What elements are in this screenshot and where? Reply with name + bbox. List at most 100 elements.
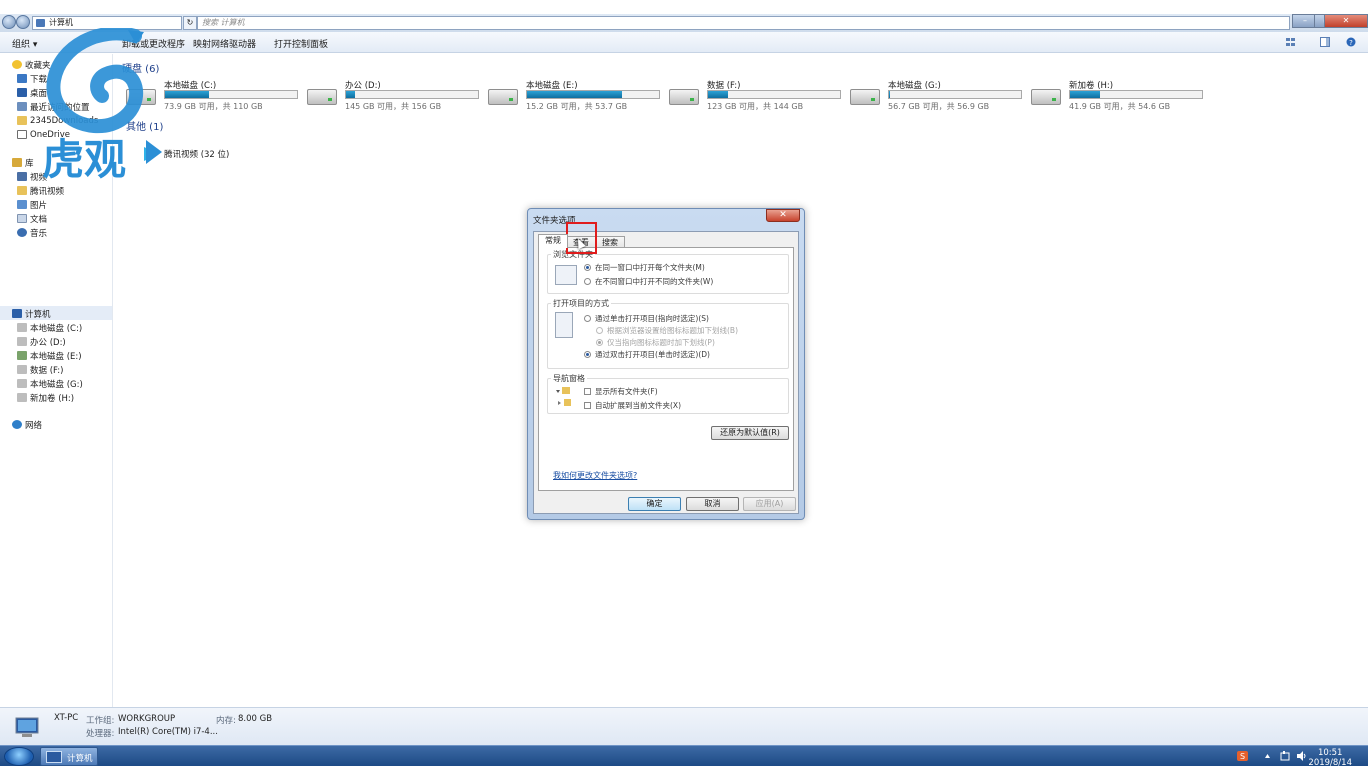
drive-usage-bar: [1069, 90, 1203, 99]
view-options-icon[interactable]: [1286, 37, 1296, 47]
radio-button[interactable]: [596, 339, 603, 346]
sidebar-item-tencent-video[interactable]: 腾讯视频: [17, 184, 64, 197]
computer-icon: [12, 309, 22, 318]
tab-general[interactable]: 常规: [538, 234, 568, 248]
apply-button[interactable]: 应用(A): [743, 497, 796, 511]
show-all-folders-option[interactable]: 显示所有文件夹(F): [584, 386, 658, 397]
folder-tree-icon: [556, 387, 571, 406]
drive-icon: [1031, 89, 1061, 105]
radio-button[interactable]: [584, 264, 591, 271]
radio-button[interactable]: [596, 327, 603, 334]
huguan-logo: 虎观: [42, 28, 162, 184]
action-center-icon[interactable]: [1280, 751, 1291, 761]
desktop-icon: [17, 88, 27, 97]
drive-usage-fill: [1070, 91, 1101, 98]
sidebar-item-documents[interactable]: 文档: [17, 212, 47, 225]
search-input[interactable]: 搜索 计算机: [197, 16, 1290, 30]
onedrive-icon: [17, 130, 27, 139]
sidebar-item-drive-h[interactable]: 新加卷 (H:): [17, 391, 74, 404]
drive-usage-bar: [345, 90, 479, 99]
logo-text: 虎观: [42, 135, 126, 184]
group-title: 打开项目的方式: [551, 298, 611, 309]
sidebar-item-music[interactable]: 音乐: [17, 226, 47, 239]
drive-space-info: 41.9 GB 可用，共 54.6 GB: [1069, 102, 1171, 111]
drive-space-info: 123 GB 可用，共 144 GB: [707, 102, 804, 111]
underline-browser-option[interactable]: 根据浏览器设置给图标标题加下划线(B): [596, 325, 738, 336]
clock-date: 2019/8/14: [1308, 758, 1352, 766]
sidebar-item-computer[interactable]: 计算机: [12, 307, 51, 320]
organize-menu[interactable]: 组织 ▾: [12, 37, 37, 50]
checkbox[interactable]: [584, 402, 591, 409]
restore-defaults-button[interactable]: 还原为默认值(R): [711, 426, 789, 440]
radio-button[interactable]: [584, 351, 591, 358]
ok-button[interactable]: 确定: [628, 497, 681, 511]
double-click-option[interactable]: 通过双击打开项目(单击时选定)(D): [584, 349, 710, 360]
browse-folders-group: 浏览文件夹 在同一窗口中打开每个文件夹(M) 在不同窗口中打开不同的文件夹(W): [547, 249, 789, 294]
radio-button[interactable]: [584, 278, 591, 285]
underline-point-option[interactable]: 仅当指向图标标题时加下划线(P): [596, 337, 715, 348]
sidebar-item-drive-e[interactable]: 本地磁盘 (E:): [17, 349, 82, 362]
drive-tile[interactable]: 数据 (F:) 123 GB 可用，共 144 GB: [669, 79, 849, 113]
drive-icon: [17, 393, 27, 402]
taskbar-explorer-button[interactable]: 计算机: [40, 747, 98, 766]
clock-time: 10:51: [1317, 748, 1343, 758]
help-icon[interactable]: ?: [1346, 37, 1356, 47]
drive-usage-bar: [707, 90, 841, 99]
drive-tile[interactable]: 新加卷 (H:) 41.9 GB 可用，共 54.6 GB: [1031, 79, 1211, 113]
drive-icon: [850, 89, 880, 105]
address-path: 计算机: [49, 18, 73, 27]
sogou-ime-icon[interactable]: S: [1237, 751, 1248, 761]
taskbar: 计算机 S 10:51 2019/8/14: [0, 745, 1368, 766]
drive-space-info: 56.7 GB 可用，共 56.9 GB: [888, 102, 990, 111]
sidebar-item-drive-f[interactable]: 数据 (F:): [17, 363, 63, 376]
memory-label: 内存:: [216, 716, 236, 726]
svg-text:S: S: [1240, 752, 1245, 761]
navigation-pane-group: 导航窗格 显示所有文件夹(F) 自动扩展到当前文件夹(X): [547, 373, 789, 414]
single-click-option[interactable]: 通过单击打开项目(指向时选定)(S): [584, 313, 709, 324]
pc-name: XT-PC: [54, 713, 79, 723]
sidebar-item-drive-g[interactable]: 本地磁盘 (G:): [17, 377, 83, 390]
folder-options-dialog: 文件夹选项 ✕ 常规 查看 搜索 浏览文件夹 在同一窗口中打开每个文件夹(M) …: [527, 208, 805, 520]
folder-icon: [17, 116, 27, 125]
sidebar-item-libraries[interactable]: 库: [12, 156, 34, 169]
drive-usage-fill: [165, 91, 209, 98]
drive-icon: [17, 323, 27, 332]
start-button[interactable]: [4, 747, 34, 766]
drive-icon: [17, 379, 27, 388]
cancel-button[interactable]: 取消: [686, 497, 739, 511]
radio-button[interactable]: [584, 315, 591, 322]
show-hidden-icons-icon[interactable]: [1262, 751, 1273, 761]
download-icon: [17, 74, 27, 83]
checkbox[interactable]: [584, 388, 591, 395]
computer-icon: [46, 751, 62, 763]
recent-places-icon: [17, 102, 27, 111]
sidebar-item-network[interactable]: 网络: [12, 418, 42, 431]
system-clock[interactable]: 10:51 2019/8/14: [1308, 748, 1352, 766]
volume-icon[interactable]: [1296, 751, 1307, 761]
sidebar-item-drive-c[interactable]: 本地磁盘 (C:): [17, 321, 82, 334]
refresh-button[interactable]: ↻: [183, 16, 197, 30]
svg-text:?: ?: [1349, 39, 1353, 47]
help-link[interactable]: 我如何更改文件夹选项?: [553, 470, 637, 481]
drive-tile[interactable]: 办公 (D:) 145 GB 可用，共 156 GB: [307, 79, 487, 113]
drive-usage-fill: [889, 91, 891, 98]
drive-space-info: 145 GB 可用，共 156 GB: [345, 102, 442, 111]
picture-icon: [17, 200, 27, 209]
browse-same-window-option[interactable]: 在同一窗口中打开每个文件夹(M): [584, 262, 705, 273]
dialog-close-button[interactable]: ✕: [766, 209, 800, 222]
auto-expand-option[interactable]: 自动扩展到当前文件夹(X): [584, 400, 681, 411]
back-icon[interactable]: [2, 15, 16, 29]
browse-new-window-option[interactable]: 在不同窗口中打开不同的文件夹(W): [584, 276, 713, 287]
forward-icon[interactable]: [16, 15, 30, 29]
close-button[interactable]: ✕: [1324, 14, 1368, 28]
star-icon: [12, 60, 22, 69]
control-panel-button[interactable]: 打开控制面板: [274, 37, 328, 50]
drive-tile[interactable]: 本地磁盘 (G:) 56.7 GB 可用，共 56.9 GB: [850, 79, 1030, 113]
sidebar-item-drive-d[interactable]: 办公 (D:): [17, 335, 66, 348]
sidebar-item-pictures[interactable]: 图片: [17, 198, 47, 211]
music-icon: [17, 228, 27, 237]
drive-tile[interactable]: 本地磁盘 (E:) 15.2 GB 可用，共 53.7 GB: [488, 79, 668, 113]
click-items-group: 打开项目的方式 通过单击打开项目(指向时选定)(S) 根据浏览器设置给图标标题加…: [547, 298, 789, 369]
preview-pane-icon[interactable]: [1320, 37, 1330, 47]
map-drive-button[interactable]: 映射网络驱动器: [193, 37, 256, 50]
